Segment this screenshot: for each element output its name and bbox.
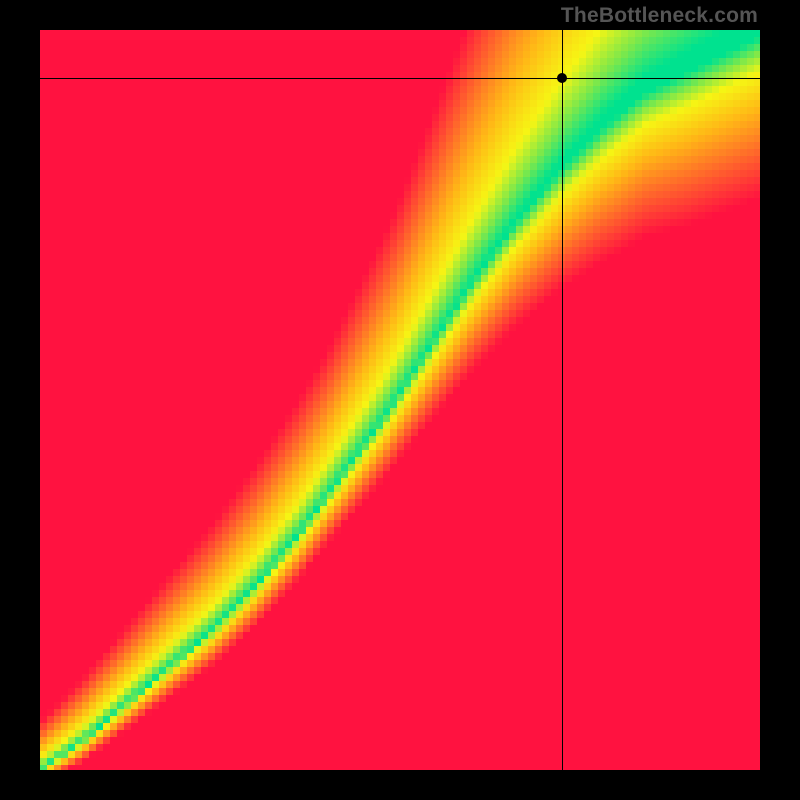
heatmap-canvas: [40, 30, 760, 770]
watermark-text: TheBottleneck.com: [561, 4, 758, 28]
heatmap-plot: [40, 30, 760, 770]
crosshair-horizontal: [40, 78, 760, 79]
crosshair-vertical: [562, 30, 563, 770]
crosshair-marker: [557, 73, 567, 83]
chart-frame: TheBottleneck.com: [0, 0, 800, 800]
